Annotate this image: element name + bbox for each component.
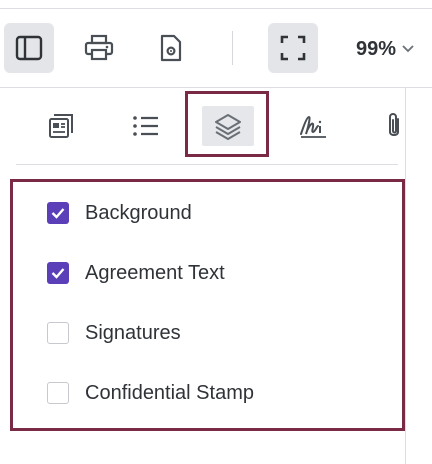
attachment-icon [389,113,399,136]
layer-checkbox[interactable] [47,262,69,284]
printer-icon [84,34,114,61]
document-settings-icon [160,34,182,62]
tab-attachments[interactable] [368,100,420,152]
layer-label: Agreement Text [85,261,225,284]
fullscreen-icon [280,35,306,61]
layer-label: Signatures [85,321,181,344]
signature-icon [300,115,326,138]
checkmark-icon [51,208,65,219]
tab-layers-highlight [185,91,269,157]
zoom-value: 99% [356,37,397,60]
document-settings-button[interactable] [146,23,196,73]
layers-panel: Background Agreement Text Signatures Con… [10,179,405,431]
sidebar-toggle-button[interactable] [4,23,54,73]
outline-list-icon [133,116,158,136]
layer-item[interactable]: Confidential Stamp [47,379,254,407]
print-button[interactable] [74,23,124,73]
layer-checkbox[interactable] [47,382,69,404]
toolbar-separator [232,31,233,65]
tab-signatures[interactable] [288,100,340,152]
layer-label: Background [85,201,192,224]
layer-item[interactable]: Background [47,199,192,227]
layer-checkbox[interactable] [47,322,69,344]
thumbnails-icon [49,114,73,138]
checkmark-icon [51,268,65,279]
layer-label: Confidential Stamp [85,381,254,404]
sidebar-tabs [0,88,405,164]
tabs-divider [16,164,398,165]
tab-thumbnails[interactable] [36,100,88,152]
layer-checkbox[interactable] [47,202,69,224]
layer-item[interactable]: Signatures [47,319,181,347]
zoom-select[interactable]: 99% [356,37,414,61]
tab-outline[interactable] [120,100,172,152]
layer-item[interactable]: Agreement Text [47,259,225,287]
chevron-down-icon [402,45,414,53]
fullscreen-button[interactable] [268,23,318,73]
toolbar: 99% [0,9,432,88]
sidebar-toggle-icon [15,35,43,61]
